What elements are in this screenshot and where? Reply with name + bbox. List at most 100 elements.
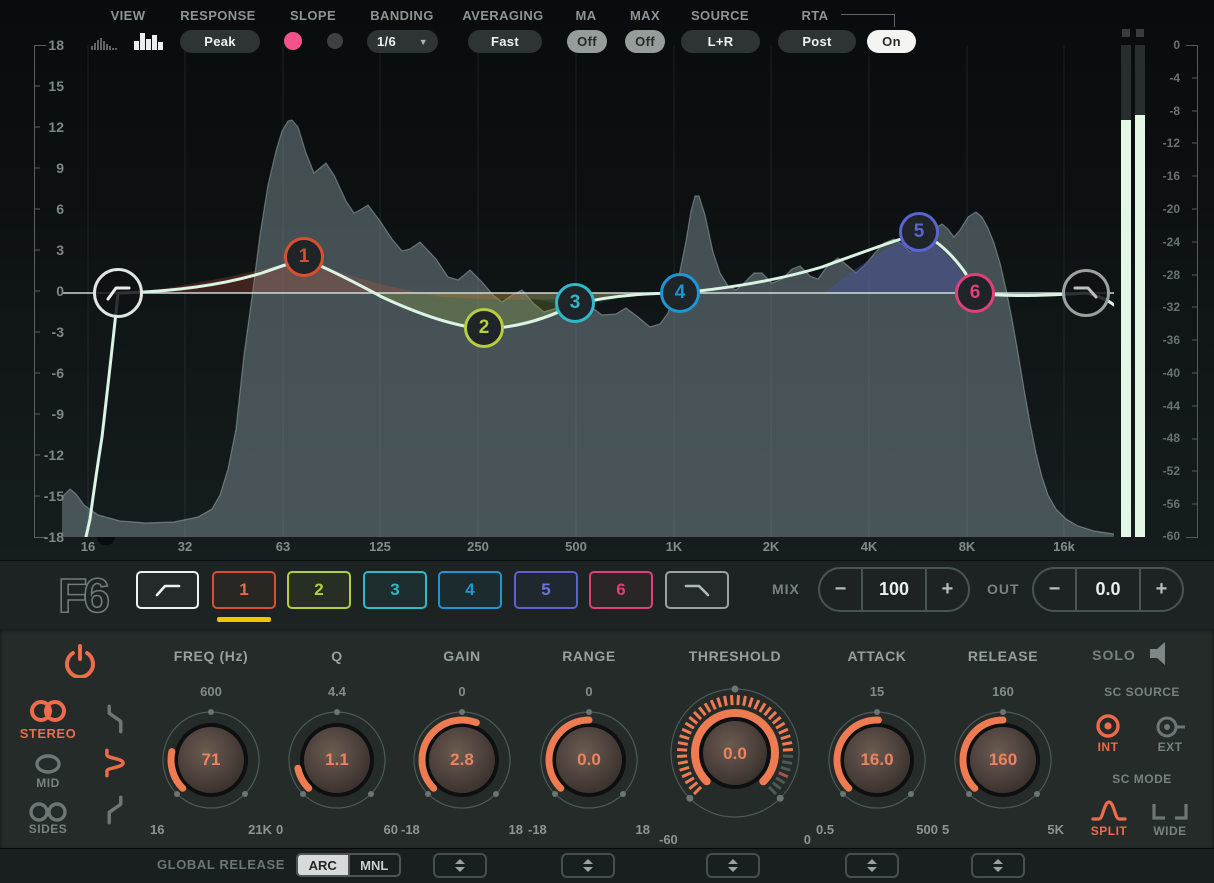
freq-tick-label: 4K (847, 539, 891, 554)
gain-knob-label: GAIN (397, 648, 527, 664)
averaging-button[interactable]: Fast (468, 30, 542, 53)
rta-on-toggle[interactable]: On (867, 30, 916, 53)
high-shelf-type-icon[interactable] (100, 795, 130, 825)
mix-value-field[interactable]: 100 (861, 569, 927, 610)
freq-tick-label: 16k (1042, 539, 1086, 554)
stereo-channel-icon[interactable] (26, 698, 70, 724)
band-node-3[interactable]: 3 (555, 283, 595, 323)
analyzer-view-icon[interactable] (90, 33, 120, 51)
sides-channel-icon[interactable] (26, 800, 70, 824)
sc-source-label: SC SOURCE (1092, 685, 1192, 699)
low-shelf-type-icon[interactable] (100, 704, 130, 734)
band-node-4[interactable]: 4 (660, 273, 700, 313)
threshold-max-label: 0 (804, 832, 811, 847)
source-button[interactable]: L+R (681, 30, 760, 53)
out-decrement-button[interactable]: − (1034, 569, 1075, 610)
slope-option-inactive[interactable] (327, 33, 343, 49)
range-stepper[interactable] (561, 853, 615, 878)
eq-graph-panel: 18 15 12 9 6 3 0 -3 -6 -9 -12 -15 -18 16… (0, 0, 1214, 560)
attack-scale-mid: 15 (812, 684, 942, 699)
band-node-1[interactable]: 1 (284, 237, 324, 277)
slope-option-active[interactable] (284, 32, 302, 50)
band-select-3[interactable]: 3 (363, 571, 427, 609)
release-stepper[interactable] (971, 853, 1025, 878)
meter-db-label: -28 (1150, 268, 1180, 282)
spectrum-view-icon[interactable] (132, 30, 166, 51)
response-mode-button[interactable]: Peak (180, 30, 260, 53)
global-release-label: GLOBAL RELEASE (130, 857, 285, 872)
hpf-node[interactable] (93, 268, 143, 318)
global-release-arc-option[interactable]: ARC (298, 855, 348, 875)
view-label: VIEW (95, 8, 161, 23)
selected-band-underline (217, 617, 271, 622)
out-increment-button[interactable]: + (1141, 569, 1182, 610)
band-node-number: 1 (299, 246, 310, 268)
rta-routing-button[interactable]: Post (778, 30, 856, 53)
db-tick-label: 12 (40, 119, 64, 135)
lpf-select-button[interactable] (665, 571, 729, 609)
out-value-field[interactable]: 0.0 (1075, 569, 1141, 610)
sc-int-icon[interactable] (1094, 712, 1122, 740)
chevron-down-icon: ▼ (419, 37, 428, 47)
band-select-1[interactable]: 1 (212, 571, 276, 609)
band-node-5[interactable]: 5 (899, 212, 939, 252)
band-button-number: 2 (314, 580, 323, 600)
sc-ext-icon[interactable] (1154, 714, 1188, 740)
q-knob-section: Q 4.4 1.1 0 60 (272, 640, 402, 845)
band-select-2[interactable]: 2 (287, 571, 351, 609)
sc-split-icon[interactable] (1090, 796, 1128, 824)
hpf-select-button[interactable] (136, 571, 199, 609)
ma-toggle[interactable]: Off (567, 30, 607, 53)
band-button-number: 3 (390, 580, 399, 600)
release-min-label: 5 (942, 822, 949, 837)
freq-value: 71 (146, 750, 276, 770)
stereo-channel-label: STEREO (10, 726, 86, 741)
sc-wide-label[interactable]: WIDE (1146, 824, 1194, 838)
band-select-4[interactable]: 4 (438, 571, 502, 609)
mix-decrement-button[interactable]: − (820, 569, 861, 610)
response-mode-value: Peak (204, 34, 236, 49)
sc-ext-label[interactable]: EXT (1152, 740, 1188, 754)
range-max-label: 18 (636, 822, 650, 837)
banding-dropdown[interactable]: 1/6 ▼ (367, 30, 438, 53)
freq-tick-label: 32 (163, 539, 207, 554)
gain-stepper[interactable] (433, 853, 487, 878)
db-tick-label: -3 (40, 324, 64, 340)
db-tick-label: -12 (40, 447, 64, 463)
db-tick-label: 15 (40, 78, 64, 94)
sc-split-label[interactable]: SPLIT (1086, 824, 1132, 838)
rta-spectrum-fill (62, 120, 1114, 537)
threshold-stepper[interactable] (706, 853, 760, 878)
global-release-mnl-option[interactable]: MNL (348, 855, 400, 875)
rta-routing-value: Post (802, 34, 831, 49)
db-tick-label: -6 (40, 365, 64, 381)
bell-type-icon[interactable] (100, 748, 130, 778)
sc-wide-icon[interactable] (1150, 800, 1190, 824)
slope-label: SLOPE (273, 8, 353, 23)
mid-channel-icon[interactable] (31, 752, 65, 776)
solo-speaker-icon[interactable] (1148, 640, 1178, 667)
sc-int-label[interactable]: INT (1090, 740, 1126, 754)
attack-stepper[interactable] (845, 853, 899, 878)
band-button-number: 5 (541, 580, 550, 600)
meter-db-label: -44 (1150, 399, 1180, 413)
band-select-6[interactable]: 6 (589, 571, 653, 609)
band-power-button[interactable] (62, 642, 98, 678)
top-toolbar: VIEW RESPONSE Peak SLOPE BANDING 1/6 ▼ A… (0, 0, 1214, 56)
gain-max-label: 18 (509, 822, 523, 837)
hpf-curve-icon (96, 271, 140, 315)
band-node-6[interactable]: 6 (955, 273, 995, 313)
freq-tick-label: 125 (358, 539, 402, 554)
attack-knob-label: ATTACK (812, 648, 942, 664)
mix-increment-button[interactable]: + (927, 569, 968, 610)
sides-channel-label: SIDES (10, 822, 86, 836)
plugin-window: 18 15 12 9 6 3 0 -3 -6 -9 -12 -15 -18 16… (0, 0, 1214, 883)
gain-knob-section: GAIN 0 2.8 -18 18 (397, 640, 527, 845)
meter-db-label: -32 (1150, 300, 1180, 314)
mix-value: 100 (879, 579, 909, 600)
band-node-2[interactable]: 2 (464, 308, 504, 348)
max-toggle[interactable]: Off (625, 30, 665, 53)
band-select-5[interactable]: 5 (514, 571, 578, 609)
lpf-node[interactable] (1062, 269, 1110, 317)
band-selector-row: F6 1 2 3 4 5 6 MIX − 100 + OUT − 0.0 + (0, 560, 1214, 628)
